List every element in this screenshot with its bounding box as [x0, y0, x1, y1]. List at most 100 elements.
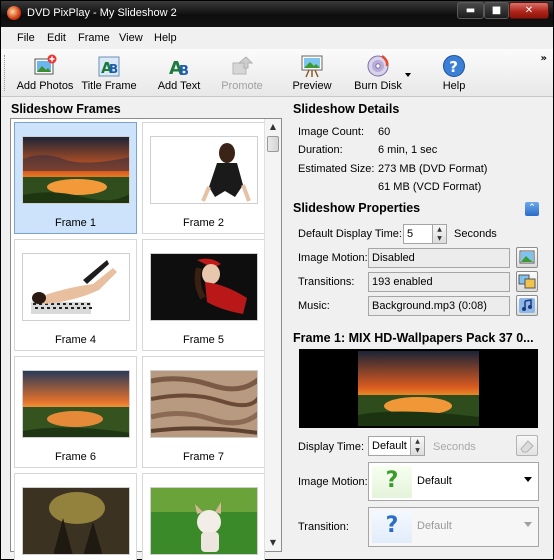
title-frame-label: Title Frame [81, 80, 137, 92]
preview-label: Preview [292, 80, 332, 92]
image-motion-icon [519, 250, 535, 264]
toolbar: Add Photos A B Title Frame A B Add Text … [1, 49, 553, 97]
frame-cell-5[interactable]: Frame 5 [142, 239, 265, 351]
frame-cell-1[interactable]: Frame 1 [14, 122, 137, 234]
frame-label: Frame 2 [183, 217, 224, 229]
menu-edit[interactable]: Edit [47, 32, 66, 44]
burn-disk-button[interactable]: Burn Disk [353, 51, 403, 92]
frames-list[interactable]: Frame 1 Frame 2 Frame 4 Frame 5 Frame 6 … [10, 118, 282, 560]
toolbar-overflow-icon[interactable]: » [541, 53, 547, 64]
frame-thumbnail [150, 487, 258, 555]
collapse-icon[interactable]: ⌃ [525, 202, 539, 216]
toolbar-grip[interactable] [4, 55, 7, 91]
scroll-thumb[interactable] [267, 136, 279, 152]
title-frame-icon: A B [98, 56, 120, 77]
frame-thumbnail [22, 487, 130, 555]
music-button[interactable] [516, 295, 538, 316]
frame-label: Frame 6 [55, 451, 96, 463]
scroll-up-icon[interactable]: ▲ [265, 119, 281, 135]
frame-cell-6[interactable]: Frame 6 [14, 356, 137, 468]
promote-button[interactable]: Promote [219, 51, 265, 92]
image-count-label: Image Count: [298, 126, 365, 138]
details-heading: Slideshow Details [293, 102, 400, 116]
frame-motion-label: Image Motion: [298, 476, 368, 488]
title-frame-button[interactable]: A B Title Frame [81, 51, 137, 92]
frame-cell-7[interactable]: Frame 7 [142, 356, 265, 468]
svg-text:?: ? [449, 58, 458, 76]
frame-thumbnail [150, 253, 258, 321]
frame-heading: Frame 1: MIX HD-Wallpapers Pack 37 0... [293, 331, 534, 345]
transitions-icon [518, 274, 536, 289]
close-button[interactable]: ✕ [509, 2, 549, 19]
minimize-button[interactable]: ▬ [457, 2, 484, 19]
add-text-label: Add Text [157, 80, 201, 92]
frame-cell-8[interactable] [14, 473, 137, 560]
frames-scrollbar[interactable]: ▲ ▼ [264, 119, 281, 551]
menu-help[interactable]: Help [154, 32, 177, 44]
maximize-button[interactable]: ■ [484, 2, 509, 19]
frame-display-time-label: Display Time: [298, 441, 365, 453]
add-text-icon: A B [169, 58, 189, 78]
chevron-down-icon [524, 522, 532, 527]
frames-heading: Slideshow Frames [11, 102, 121, 116]
preview-button[interactable]: Preview [290, 51, 334, 92]
music-field: Background.mp3 (0:08) [368, 296, 510, 316]
help-label: Help [442, 80, 466, 92]
transition-question-icon: ? [372, 511, 412, 543]
default-display-time-label: Default Display Time: [298, 228, 402, 240]
promote-icon [232, 56, 254, 75]
window-title: DVD PixPlay - My Slideshow 2 [27, 7, 177, 19]
burn-disk-icon [367, 55, 389, 77]
menu-frame[interactable]: Frame [78, 32, 110, 44]
svg-text:B: B [179, 64, 189, 78]
frame-motion-select[interactable]: ? Default [368, 462, 539, 501]
frame-display-time-spinner[interactable]: ▲ ▼ [410, 436, 425, 456]
eraser-button[interactable] [516, 435, 538, 456]
add-photos-button[interactable]: Add Photos [15, 51, 75, 92]
image-count-value: 60 [378, 126, 391, 138]
burn-disk-label: Burn Disk [354, 80, 402, 92]
music-label: Music: [298, 300, 330, 312]
menu-view[interactable]: View [119, 32, 143, 44]
title-bar[interactable]: DVD PixPlay - My Slideshow 2 ▬ ■ ✕ [1, 1, 553, 27]
preview-icon [301, 55, 323, 78]
frame-transition-value: Default [417, 520, 452, 532]
frame-preview [299, 349, 538, 428]
frame-transition-select[interactable]: ? Default [368, 507, 539, 547]
menu-file[interactable]: File [17, 32, 35, 44]
transitions-field: 193 enabled [368, 272, 510, 292]
frame-seconds-label: Seconds [433, 441, 476, 453]
transitions-label: Transitions: [298, 276, 355, 288]
app-window: DVD PixPlay - My Slideshow 2 ▬ ■ ✕ File … [0, 0, 554, 560]
music-note-icon [519, 298, 535, 313]
help-button[interactable]: ? Help [440, 51, 468, 92]
duration-value: 6 min, 1 sec [378, 144, 438, 156]
frame-cell-2[interactable]: Frame 2 [142, 122, 265, 234]
frame-transition-label: Transition: [298, 521, 349, 533]
add-text-button[interactable]: A B Add Text [155, 51, 203, 92]
add-photos-icon [34, 54, 57, 75]
image-motion-field: Disabled [368, 248, 510, 268]
burn-disk-dropdown-arrow-icon[interactable] [405, 73, 411, 77]
frame-label: Frame 4 [55, 334, 96, 346]
transitions-button[interactable] [516, 271, 538, 292]
frame-cell-9[interactable] [142, 473, 265, 560]
image-motion-button[interactable] [516, 247, 538, 268]
size-vcd-value: 61 MB (VCD Format) [378, 181, 482, 193]
frame-thumbnail [150, 136, 258, 204]
help-icon: ? [443, 55, 465, 77]
frame-preview-image [358, 351, 479, 426]
svg-text:B: B [109, 62, 118, 76]
estimated-size-label: Estimated Size: [298, 163, 375, 175]
seconds-label: Seconds [454, 228, 497, 240]
frame-thumbnail [22, 253, 130, 321]
frame-cell-4[interactable]: Frame 4 [14, 239, 137, 351]
frame-display-time-input[interactable]: Default [368, 436, 411, 456]
chevron-down-icon [524, 477, 532, 482]
properties-heading: Slideshow Properties [293, 201, 421, 215]
default-display-time-input[interactable]: 5 [403, 224, 433, 244]
scroll-down-icon[interactable]: ▼ [265, 535, 281, 551]
display-time-spinner[interactable]: ▲ ▼ [432, 224, 447, 244]
duration-label: Duration: [298, 144, 343, 156]
frame-label: Frame 7 [183, 451, 224, 463]
